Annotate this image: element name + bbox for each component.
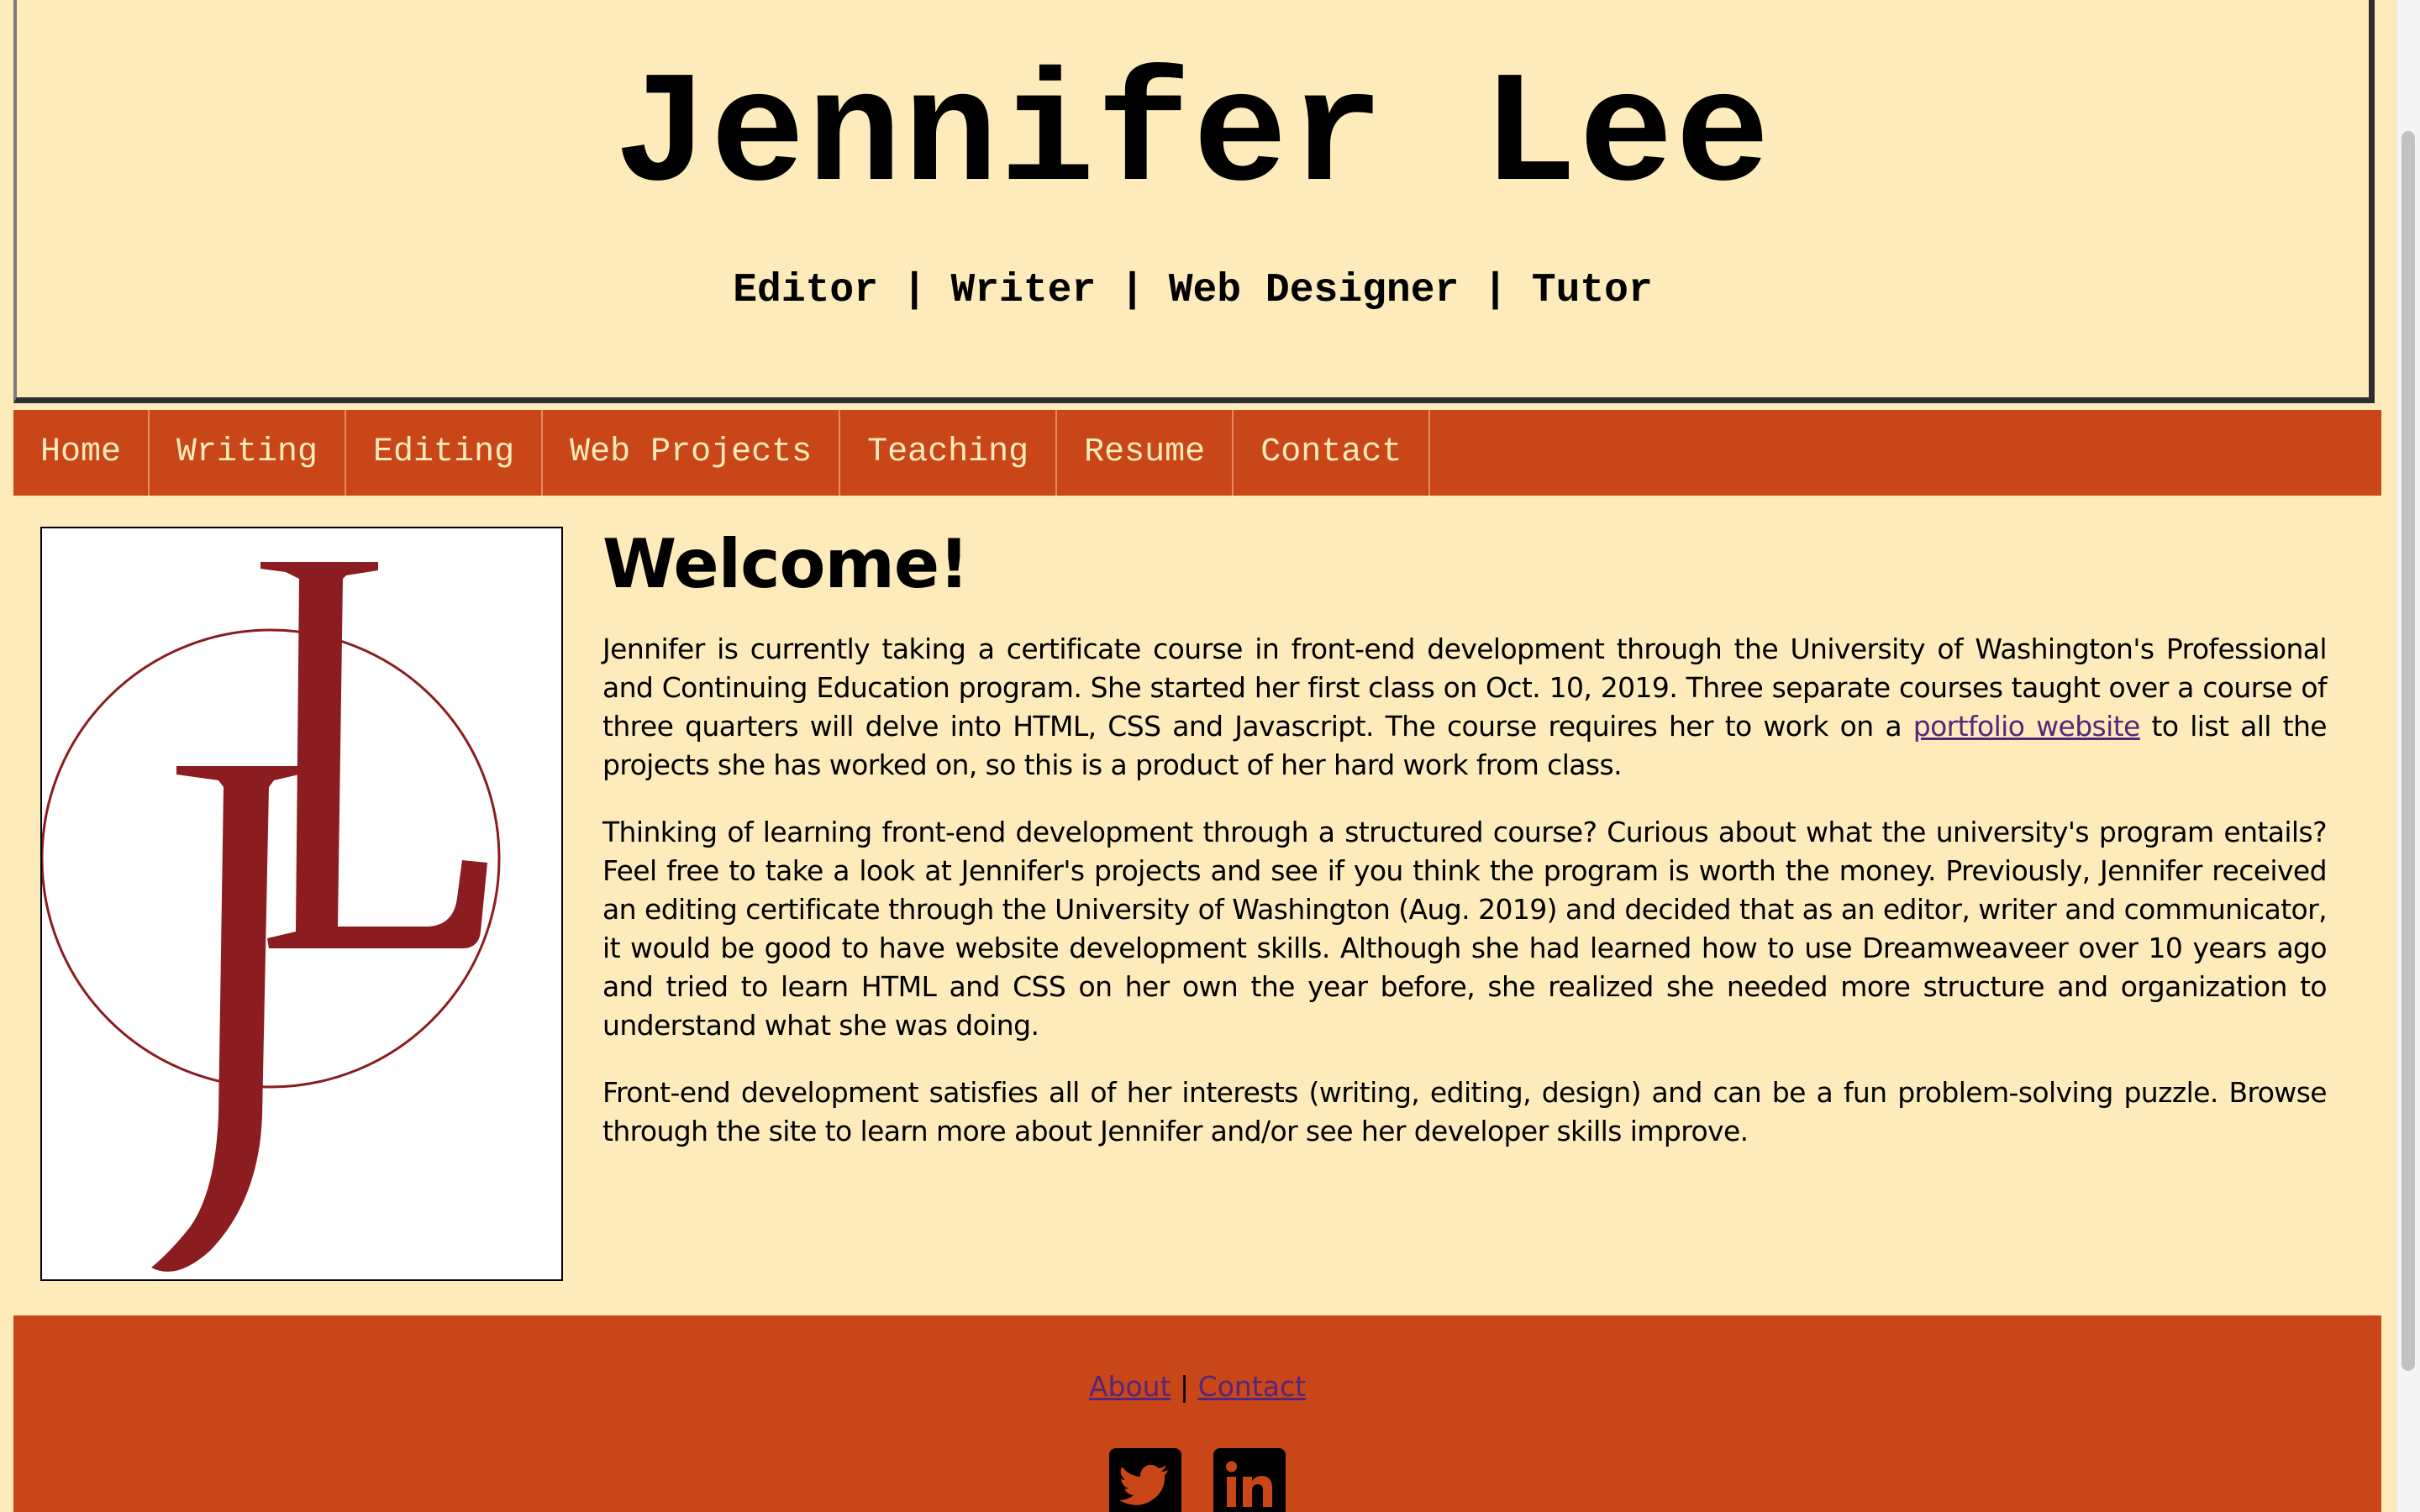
portfolio-website-link[interactable]: portfolio website <box>1913 710 2141 743</box>
main-content: Welcome! Jennifer is currently taking a … <box>602 522 2328 1179</box>
site-footer: About | Contact <box>13 1315 2381 1512</box>
footer-contact-link[interactable]: Contact <box>1198 1370 1306 1403</box>
twitter-link[interactable] <box>1109 1448 1181 1512</box>
intro-paragraph: Jennifer is currently taking a certifica… <box>602 630 2328 785</box>
jl-monogram-icon <box>42 562 501 1272</box>
nav-item-web-projects[interactable]: Web Projects <box>543 410 841 496</box>
welcome-heading: Welcome! <box>602 525 970 603</box>
twitter-icon <box>1119 1464 1168 1505</box>
site-tagline: Editor | Writer | Web Designer | Tutor <box>733 268 1653 313</box>
footer-links: About | Contact <box>13 1368 2381 1406</box>
page: Jennifer Lee Editor | Writer | Web Desig… <box>13 0 2381 1512</box>
linkedin-link[interactable] <box>1213 1448 1286 1512</box>
nav-item-teaching[interactable]: Teaching <box>840 410 1058 496</box>
program-paragraph: Thinking of learning front-end developme… <box>602 816 2328 1042</box>
linkedin-icon <box>1226 1461 1272 1507</box>
jl-logo <box>40 527 563 1281</box>
nav-item-contact[interactable]: Contact <box>1234 410 1431 496</box>
footer-about-link[interactable]: About <box>1089 1370 1171 1403</box>
site-header: Jennifer Lee Editor | Writer | Web Desig… <box>13 0 2375 403</box>
nav-item-home[interactable]: Home <box>13 410 150 496</box>
site-title: Jennifer Lee <box>613 48 1772 227</box>
footer-separator: | <box>1180 1370 1190 1403</box>
nav-item-editing[interactable]: Editing <box>346 410 544 496</box>
scrollbar-thumb[interactable] <box>2402 131 2415 1371</box>
nav-item-writing[interactable]: Writing <box>150 410 347 496</box>
interests-paragraph: Front-end development satisfies all of h… <box>602 1076 2328 1147</box>
main-nav: Home Writing Editing Web Projects Teachi… <box>13 410 2381 496</box>
nav-item-resume[interactable]: Resume <box>1057 410 1234 496</box>
